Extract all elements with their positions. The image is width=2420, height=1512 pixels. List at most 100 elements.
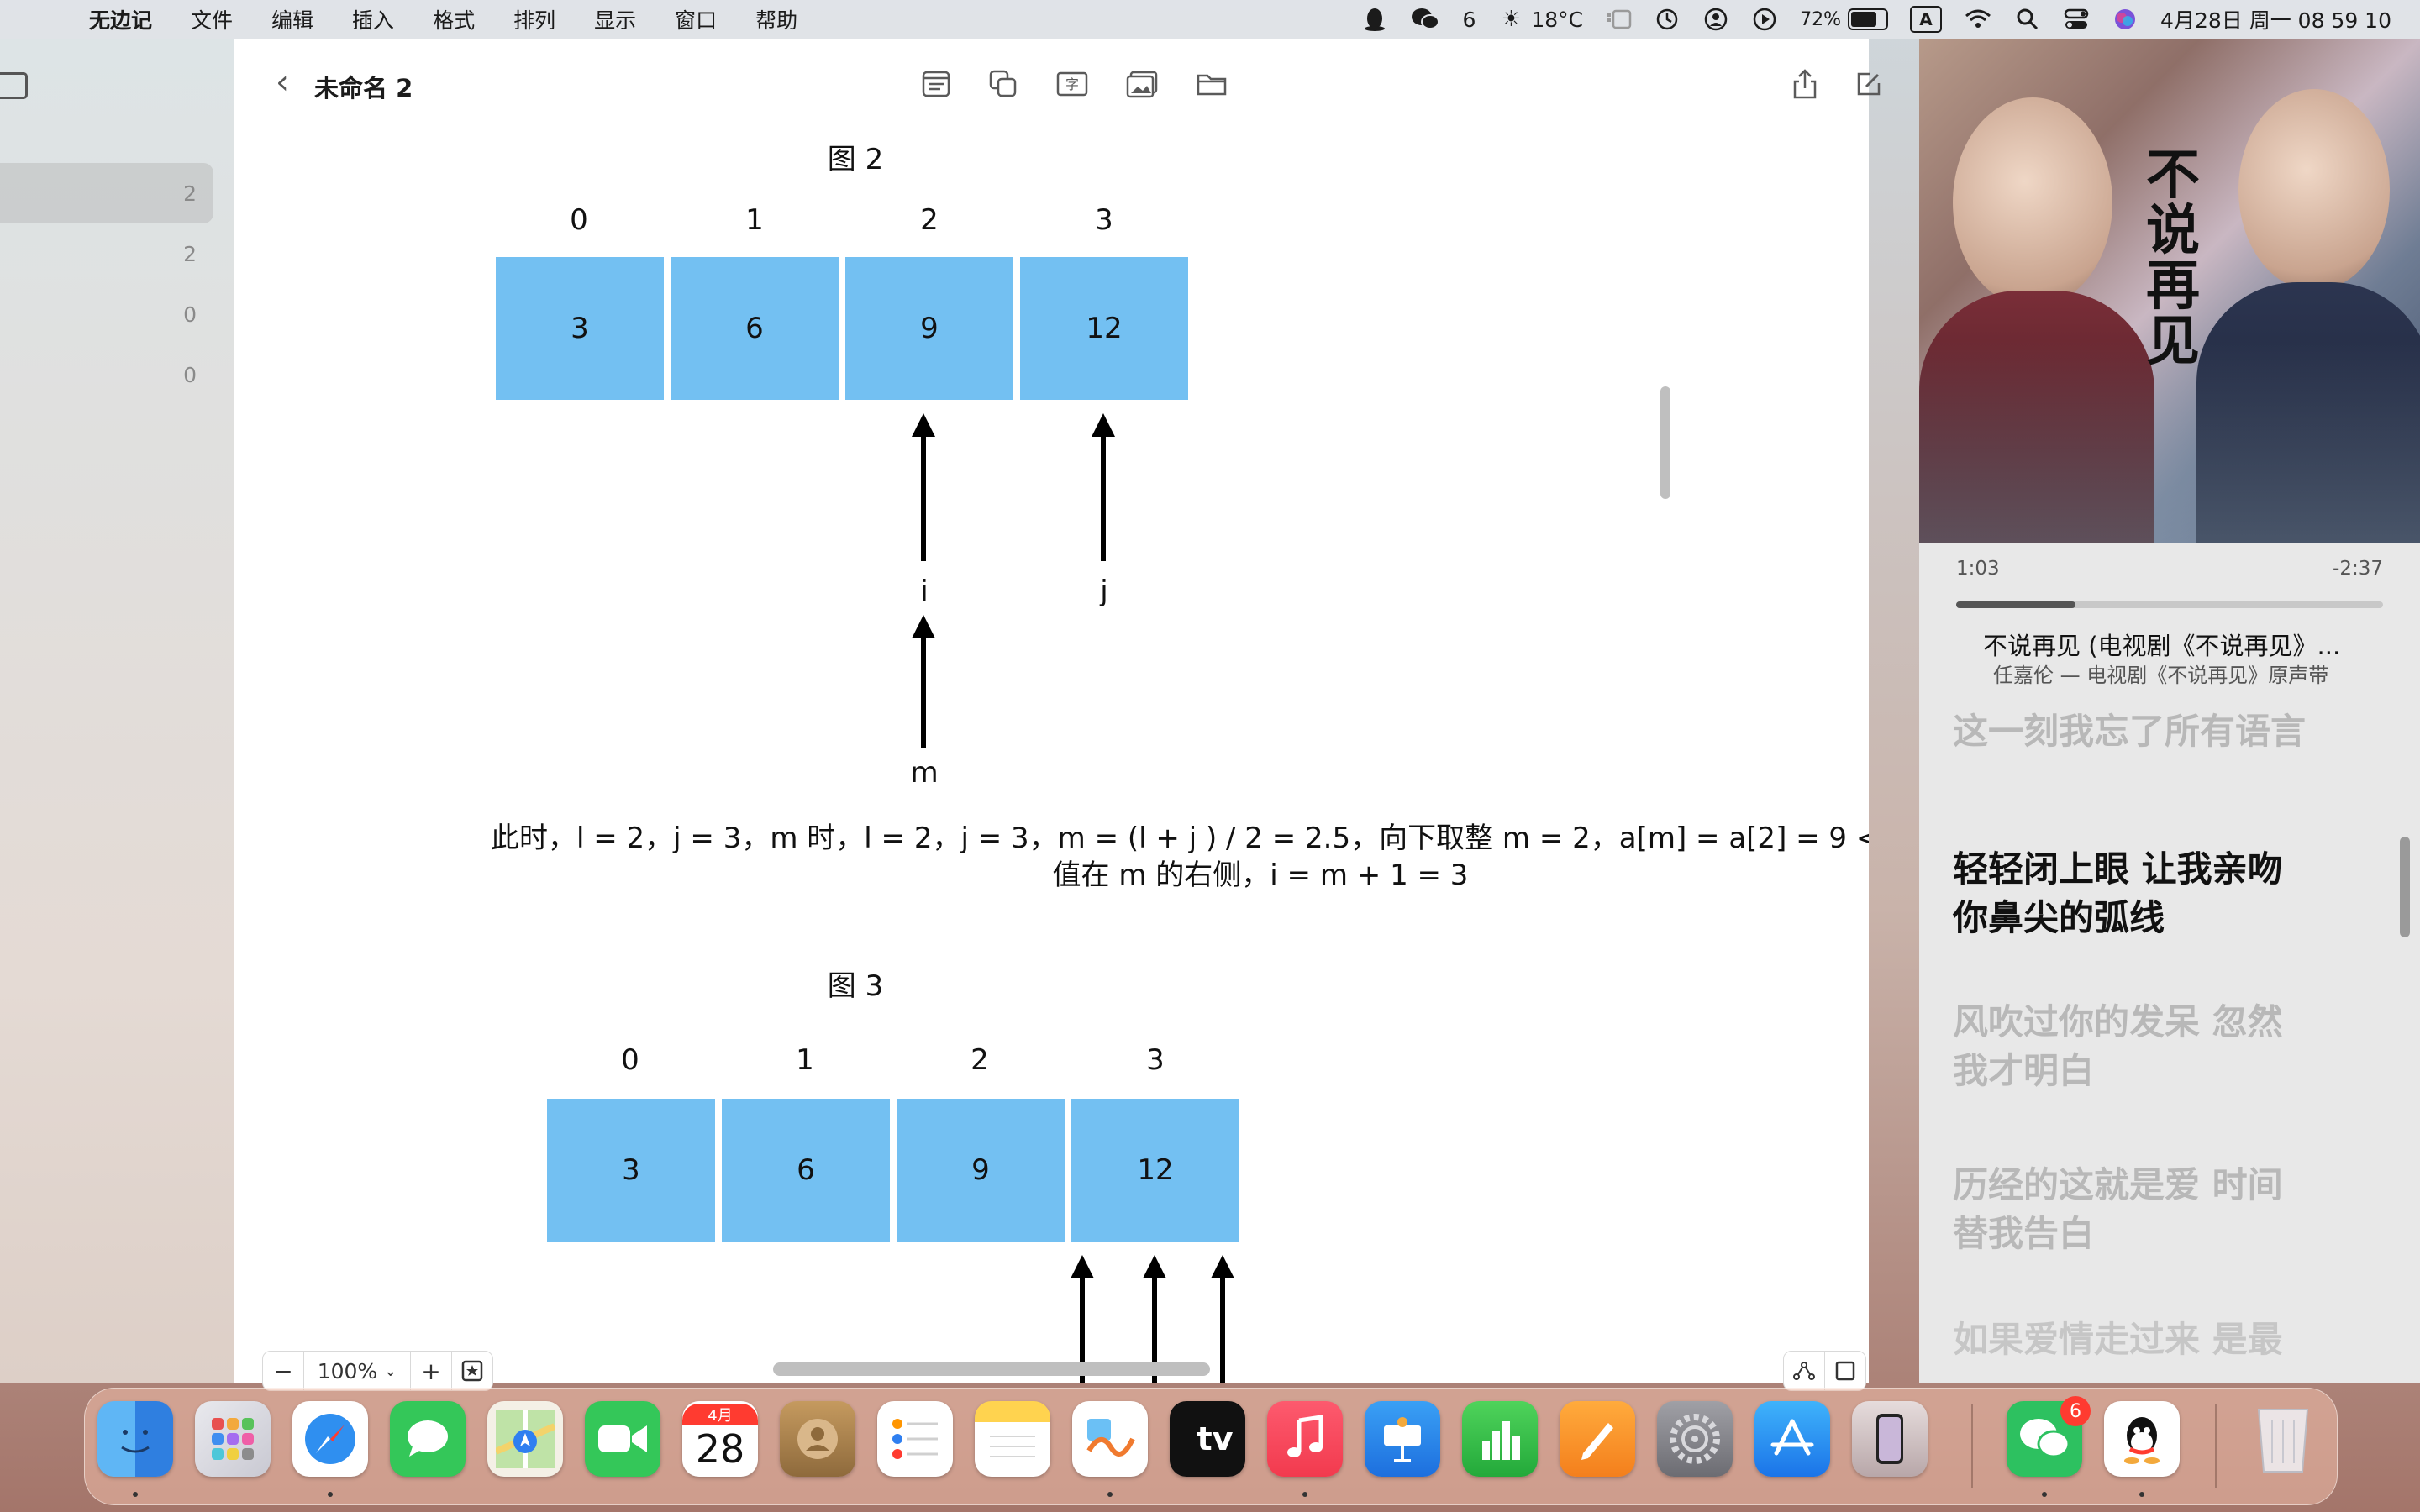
- input-method-indicator[interactable]: A: [1910, 6, 1943, 33]
- dock-freeform-icon[interactable]: [1072, 1401, 1148, 1477]
- fig2-array-cell[interactable]: 3: [496, 257, 664, 400]
- dock-music-icon[interactable]: [1267, 1401, 1343, 1477]
- stage-manager-icon[interactable]: [1605, 6, 1632, 33]
- fig2-title[interactable]: 图 2: [828, 136, 883, 177]
- lyric-line[interactable]: 如果爱情走过来 是最: [1953, 1315, 2283, 1364]
- playback-progress-bar[interactable]: [1956, 601, 2383, 608]
- song-artist-album[interactable]: 任嘉伦 — 电视剧《不说再见》原声带: [1993, 659, 2328, 688]
- dock-pages-icon[interactable]: [1560, 1401, 1635, 1477]
- wechat-status-icon[interactable]: [1410, 6, 1440, 33]
- menu-app-name[interactable]: 无边记: [89, 4, 152, 34]
- dock-messages-icon[interactable]: [390, 1401, 466, 1477]
- lyric-line[interactable]: 风吹过你的发呆 忽然 我才明白: [1953, 998, 2283, 1095]
- fig3-array-cell[interactable]: 3: [547, 1099, 715, 1242]
- dock-launchpad-icon[interactable]: [195, 1401, 271, 1477]
- media-icon[interactable]: [1124, 66, 1161, 102]
- sidebar-item-selected[interactable]: 2: [0, 163, 213, 223]
- pointer-arrow-i[interactable]: [912, 413, 935, 561]
- explanation-text-line2[interactable]: 值在 m 的右侧，i = m + 1 = 3: [1053, 852, 1469, 893]
- explanation-text-line1[interactable]: 此时，l = 2，j = 3，m 时，l = 2，j = 3，m = (l + …: [491, 815, 1869, 856]
- fig3-index[interactable]: 1: [796, 1043, 814, 1077]
- dock-calendar-icon[interactable]: 4月 28: [682, 1401, 758, 1477]
- new-board-icon[interactable]: [1852, 66, 1886, 102]
- menu-arrange[interactable]: 排列: [513, 4, 555, 34]
- time-machine-icon[interactable]: [1654, 6, 1681, 33]
- pointer-arrow-j[interactable]: [1092, 413, 1115, 561]
- fig3-array-cell[interactable]: 9: [897, 1099, 1065, 1242]
- dock-numbers-icon[interactable]: [1462, 1401, 1538, 1477]
- now-playing-icon[interactable]: [1751, 6, 1778, 33]
- fit-to-screen-icon[interactable]: [451, 1351, 493, 1391]
- fig3-array-cell[interactable]: 6: [722, 1099, 890, 1242]
- dock-notes-icon[interactable]: [975, 1401, 1050, 1477]
- document-title[interactable]: 未命名 2: [314, 69, 413, 104]
- back-chevron-icon[interactable]: ‹: [264, 63, 301, 102]
- menu-help[interactable]: 帮助: [755, 4, 797, 34]
- fig2-array-cell[interactable]: 12: [1020, 257, 1188, 400]
- lyric-line-current[interactable]: 轻轻闭上眼 让我亲吻 你鼻尖的弧线: [1953, 845, 2283, 942]
- album-cover[interactable]: 不说再见: [1919, 39, 2420, 543]
- fig2-array-cell[interactable]: 9: [845, 257, 1013, 400]
- board-canvas[interactable]: 图 2 0 1 2 3 3 6 9 12 i j m 此时，l = 2，j = …: [234, 131, 1869, 1383]
- weather-temp[interactable]: 18°C: [1531, 8, 1583, 32]
- sticky-note-icon[interactable]: [918, 66, 955, 102]
- dock-iphone-mirroring-icon[interactable]: [1852, 1401, 1928, 1477]
- dock-facetime-icon[interactable]: [585, 1401, 660, 1477]
- zoom-out-button[interactable]: −: [262, 1351, 304, 1391]
- fig3-index[interactable]: 0: [621, 1043, 639, 1077]
- dock-app-store-icon[interactable]: [1754, 1401, 1830, 1477]
- user-account-icon[interactable]: [1702, 6, 1729, 33]
- dock-reminders-icon[interactable]: [877, 1401, 953, 1477]
- dock-contacts-icon[interactable]: [780, 1401, 855, 1477]
- menu-insert[interactable]: 插入: [352, 4, 394, 34]
- clock-datetime[interactable]: 4月28日 周一 08 59 10: [2160, 4, 2391, 34]
- dock-qq-icon[interactable]: [2104, 1401, 2180, 1477]
- pointer-label-j[interactable]: j: [1100, 575, 1107, 608]
- fig2-index[interactable]: 0: [570, 203, 588, 237]
- dock-system-settings-icon[interactable]: [1657, 1401, 1733, 1477]
- fig3-index[interactable]: 2: [971, 1043, 989, 1077]
- pointer-arrow-m[interactable]: [912, 615, 935, 748]
- wifi-icon[interactable]: [1964, 6, 1992, 33]
- song-title[interactable]: 不说再见 (电视剧《不说再见》...: [1983, 627, 2340, 662]
- siri-icon[interactable]: [2112, 6, 2139, 33]
- share-icon[interactable]: [1786, 66, 1823, 102]
- shapes-icon[interactable]: [985, 66, 1022, 102]
- dock-safari-icon[interactable]: [292, 1401, 368, 1477]
- fig3-index[interactable]: 3: [1146, 1043, 1165, 1077]
- menu-edit[interactable]: 编辑: [271, 4, 313, 34]
- dock-maps-icon[interactable]: [487, 1401, 563, 1477]
- pointer-arrow[interactable]: [1211, 1255, 1234, 1383]
- battery-icon[interactable]: [1848, 8, 1889, 30]
- connection-tool-icon[interactable]: [1783, 1351, 1825, 1391]
- pointer-label-m[interactable]: m: [910, 756, 938, 790]
- dock-trash-icon[interactable]: [2245, 1401, 2321, 1477]
- fig2-array-cell[interactable]: 6: [671, 257, 839, 400]
- zoom-level-select[interactable]: 100% ⌄: [303, 1351, 411, 1391]
- menu-view[interactable]: 显示: [594, 4, 636, 34]
- horizontal-scrollbar[interactable]: [773, 1362, 1210, 1376]
- sidebar-item[interactable]: 0: [0, 284, 213, 344]
- grid-view-icon[interactable]: [1824, 1351, 1866, 1391]
- vertical-scrollbar[interactable]: [1660, 386, 1670, 499]
- lyric-line[interactable]: 历经的这就是爱 时间 替我告白: [1953, 1161, 2283, 1258]
- fig3-array-cell[interactable]: 12: [1071, 1099, 1239, 1242]
- sidebar-toggle-icon[interactable]: [0, 72, 28, 99]
- fig2-index[interactable]: 1: [745, 203, 764, 237]
- menu-file[interactable]: 文件: [191, 4, 233, 34]
- dock-apple-tv-icon[interactable]: tv: [1170, 1401, 1245, 1477]
- fig2-index[interactable]: 2: [920, 203, 939, 237]
- qq-status-icon[interactable]: [1361, 6, 1388, 33]
- zoom-in-button[interactable]: +: [410, 1351, 452, 1391]
- dock-keynote-icon[interactable]: [1365, 1401, 1440, 1477]
- dock-finder-icon[interactable]: [97, 1401, 173, 1477]
- fig2-index[interactable]: 3: [1095, 203, 1113, 237]
- sidebar-item[interactable]: 2: [0, 223, 213, 284]
- lyric-line[interactable]: 这一刻我忘了所有语言: [1953, 707, 2306, 756]
- menu-format[interactable]: 格式: [433, 4, 475, 34]
- control-center-icon[interactable]: [2063, 6, 2090, 33]
- lyrics-scrollbar[interactable]: [2400, 837, 2410, 937]
- spotlight-search-icon[interactable]: [2014, 6, 2041, 33]
- fig3-title[interactable]: 图 3: [828, 963, 883, 1004]
- apple-menu-icon[interactable]: [32, 1, 69, 38]
